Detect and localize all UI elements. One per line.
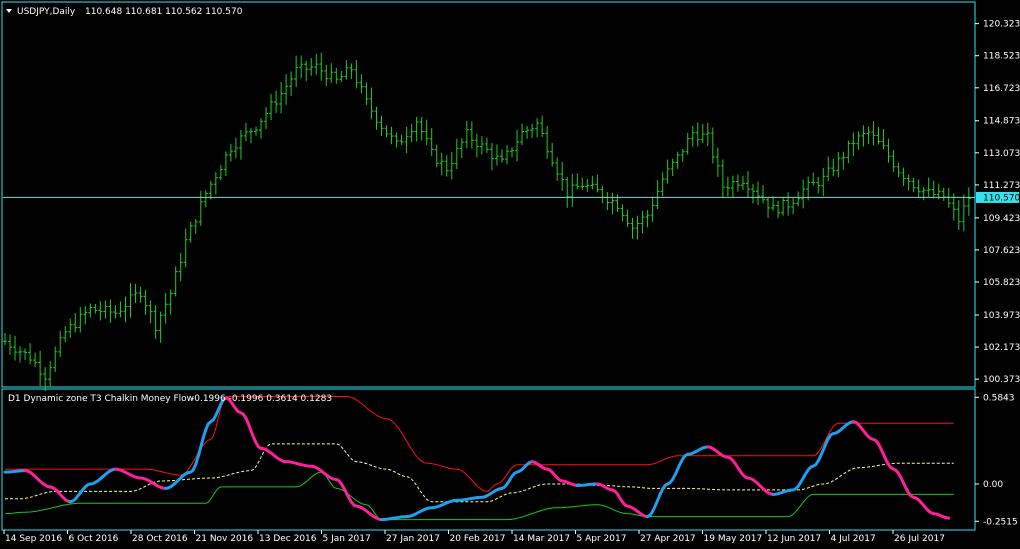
indicator-values: -0.1996 -0.1996 0.3614 0.1283 <box>191 394 332 404</box>
price-tick-label: 118.523 <box>983 52 1020 62</box>
time-tick-label: 4 Jul 2017 <box>831 534 876 544</box>
chart-ohlc-values: 110.648 110.681 110.562 110.570 <box>85 7 243 17</box>
time-tick-label: 19 May 2017 <box>704 534 763 544</box>
price-tick-label: 111.273 <box>983 181 1020 191</box>
time-tick-label: 5 Jan 2017 <box>323 534 371 544</box>
chart-symbol: USDJPY,Daily <box>17 7 76 17</box>
indicator-tick-label: 0.00 <box>983 480 1003 490</box>
indicator-name: D1 Dynamic zone T3 Chalkin Money Flow <box>8 394 194 404</box>
time-tick-label: 28 Oct 2016 <box>132 534 188 544</box>
price-tick-label: 114.873 <box>983 117 1020 127</box>
price-tick-label: 103.973 <box>983 311 1020 321</box>
indicator-tick-label: 0.5843 <box>983 393 1015 403</box>
price-tick-label: 105.823 <box>983 278 1020 288</box>
time-tick-label: 12 Jun 2017 <box>767 534 821 544</box>
price-tick-label: 109.423 <box>983 214 1020 224</box>
time-tick-label: 6 Oct 2016 <box>69 534 119 544</box>
time-tick-label: 21 Nov 2016 <box>196 534 254 544</box>
price-tick-label: 113.073 <box>983 149 1020 159</box>
time-tick-label: 5 Apr 2017 <box>577 534 627 544</box>
time-tick-label: 26 Jul 2017 <box>894 534 945 544</box>
time-tick-label: 13 Dec 2016 <box>259 534 317 544</box>
price-tick-label: 102.173 <box>983 343 1020 353</box>
price-tick-label: 100.373 <box>983 375 1020 385</box>
time-tick-label: 14 Sep 2016 <box>5 534 62 544</box>
price-tick-label: 120.323 <box>983 20 1020 30</box>
price-tick-label: 116.723 <box>983 84 1020 94</box>
current-price-label: 110.570 <box>983 193 1020 203</box>
money-flow-up-segment <box>575 482 599 487</box>
time-tick-label: 27 Jan 2017 <box>386 534 440 544</box>
time-tick-label: 27 Apr 2017 <box>640 534 696 544</box>
money-flow-up-segment <box>3 469 27 474</box>
time-tick-label: 14 Mar 2017 <box>513 534 570 544</box>
time-tick-label: 20 Feb 2017 <box>450 534 506 544</box>
indicator-tick-label: -0.2515 <box>983 517 1018 527</box>
price-tick-label: 107.623 <box>983 246 1020 256</box>
chart-background <box>0 0 1020 549</box>
trading-chart[interactable]: USDJPY,Daily 110.648 110.681 110.562 110… <box>0 0 1020 549</box>
current-price-tag: 110.570 <box>976 191 1020 203</box>
